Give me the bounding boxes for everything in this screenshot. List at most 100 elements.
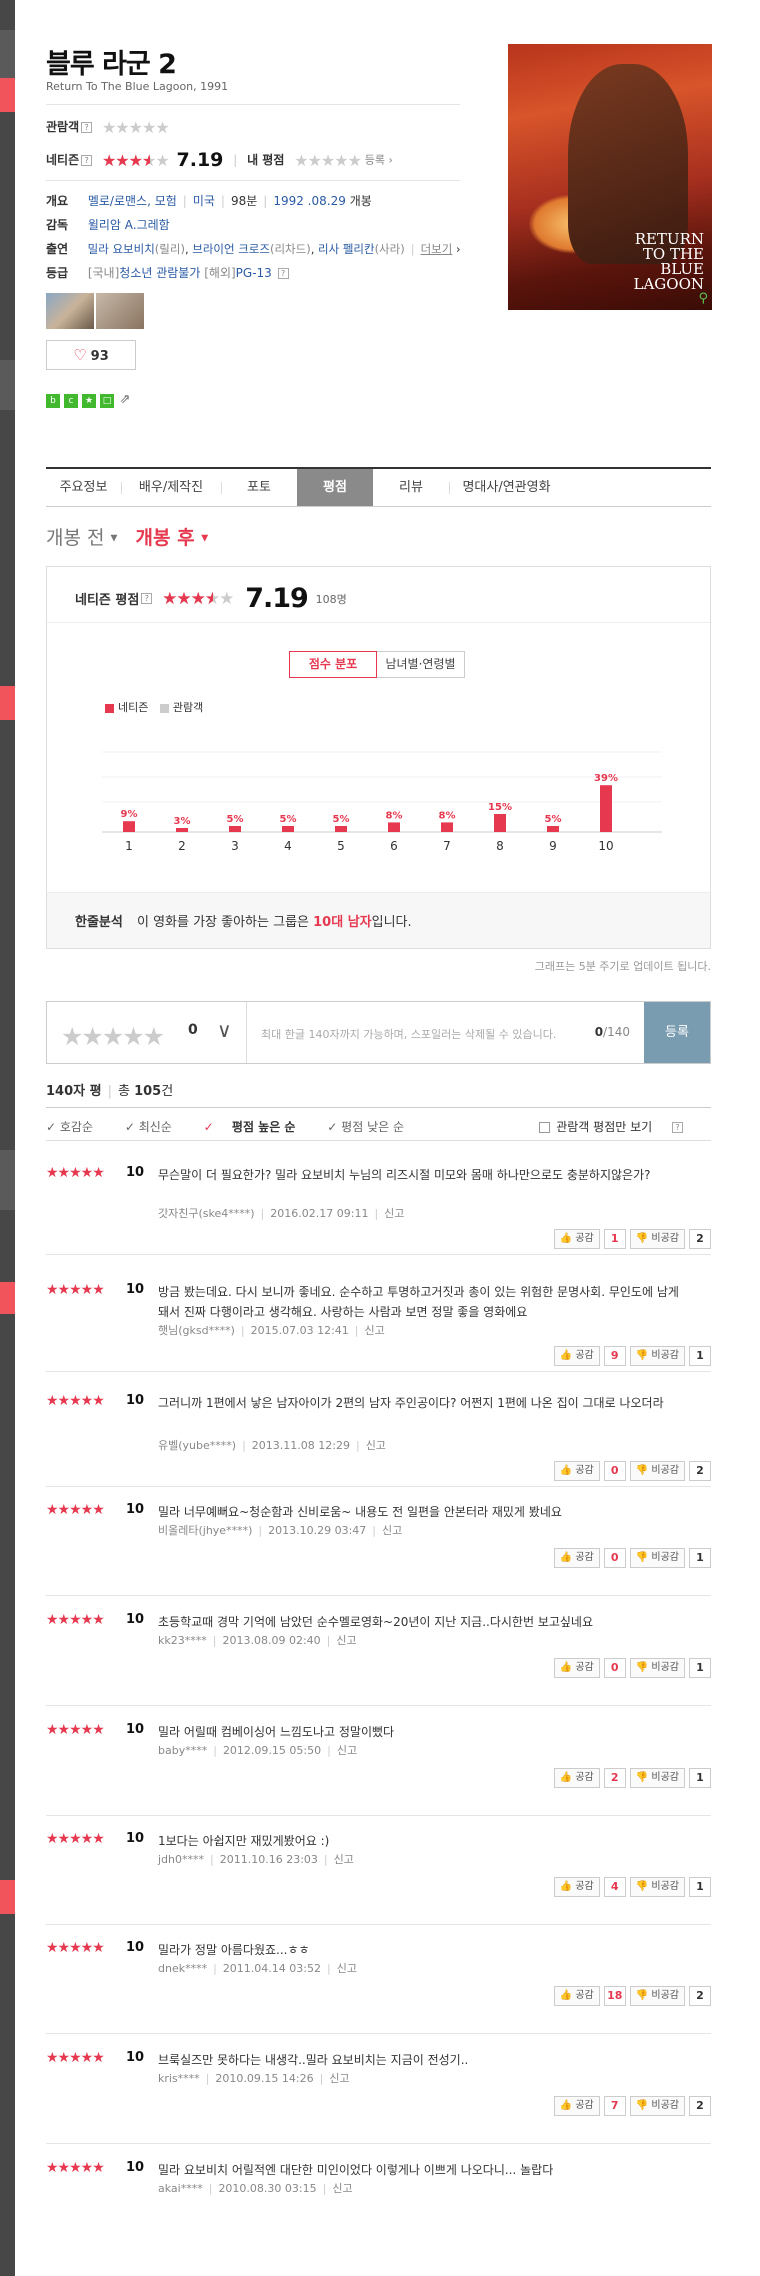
cast-role: (리차드) [269,242,311,256]
review-user[interactable]: 갓자친구(ske4****) [158,1207,255,1220]
review-score: 10 [126,1393,145,1408]
review-textarea[interactable]: 최대 한글 140자까지 가능하며, 스포일러는 삭제될 수 있습니다. 0/14… [247,1002,644,1063]
still-thumbnail[interactable] [96,293,144,329]
help-icon[interactable]: ? [277,268,289,279]
review-user[interactable]: kk23**** [158,1634,207,1647]
dislike-button[interactable]: 👎 비공감 [629,1346,685,1366]
report-link[interactable]: 신고 [365,1324,385,1337]
dislike-button[interactable]: 👎 비공감 [629,2096,685,2116]
like-button[interactable]: 👍 공감 [553,1877,600,1897]
review-user[interactable]: 유벨(yube****) [158,1439,236,1452]
before-release-toggle[interactable]: 개봉 전 ▼ [46,527,117,549]
review-stars: ★★★★★ [46,1940,105,1956]
cast-role: (사라) [374,242,405,256]
grade-domestic-link[interactable]: 청소년 관람불가 [119,266,200,280]
cast-link[interactable]: 밀라 요보비치 [88,242,155,256]
report-link[interactable]: 신고 [332,2182,352,2195]
sort-recent[interactable]: ✓ 최신순 [125,1120,186,1134]
gender-age-button[interactable]: 남녀별·연령별 [377,651,465,678]
like-button[interactable]: 👍 공감 [553,1461,600,1481]
score-distribution-button[interactable]: 점수 분포 [289,651,377,678]
review-score: 10 [126,1612,145,1627]
tab-photo[interactable]: 포토 [221,469,297,506]
like-button[interactable]: 👍 공감 [553,1346,600,1366]
cast-link[interactable]: 리사 펠리칸 [318,242,375,256]
review-user[interactable]: 햇님(gksd****) [158,1324,235,1337]
dislike-button[interactable]: 👎 비공감 [629,1461,685,1481]
dislike-button[interactable]: 👎 비공감 [629,1548,685,1568]
dislike-button[interactable]: 👎 비공감 [629,1877,685,1897]
tab-rating[interactable]: 평점 [297,469,373,506]
report-link[interactable]: 신고 [329,2072,349,2085]
review-user[interactable]: jdh0**** [158,1853,204,1866]
sort-low[interactable]: ✓ 평점 낮은 순 [327,1120,418,1134]
cast-link[interactable]: 브라이언 크로즈 [192,242,270,256]
register-rating-link[interactable]: 등록 › [365,154,393,167]
review-score: 10 [126,2160,145,2175]
review-text: 방금 봤는데요. 다시 보니까 좋네요. 순수하고 투명하고거짓과 총이 있는 … [158,1285,679,1319]
total-suffix: 건 [161,1084,174,1099]
review-user[interactable]: kris**** [158,2072,200,2085]
movie-poster[interactable]: RETURN TO THE BLUE LAGOON ⚲ [508,44,712,310]
director-label: 감독 [46,218,69,232]
like-button[interactable]: ♡ 93 [46,340,136,370]
dislike-button[interactable]: 👎 비공감 [629,1768,685,1788]
genre-link[interactable]: 멜로/로맨스, 모험 [88,194,177,208]
checkbox-icon[interactable] [539,1122,551,1133]
report-link[interactable]: 신고 [384,1207,404,1220]
after-release-toggle[interactable]: 개봉 후 ▼ [136,527,209,549]
blog-share-icon[interactable]: b [46,394,60,408]
submit-button[interactable]: 등록 [644,1002,710,1063]
report-link[interactable]: 신고 [336,1634,356,1647]
sort-likes[interactable]: ✓ 호감순 [46,1120,107,1134]
my-rating-stars[interactable]: ★★★★★ [294,151,362,170]
zoom-icon[interactable]: ⚲ [698,291,708,306]
like-button[interactable]: 👍 공감 [553,1229,600,1249]
thumbs-up-icon: 👍 [559,1662,573,1673]
tab-lines-related[interactable]: 명대사/연관영화 [449,469,564,506]
help-icon[interactable]: ? [81,154,93,166]
grade-foreign-link[interactable]: PG-13 [236,266,272,280]
director-link[interactable]: 윌리암 A.그레함 [88,218,170,232]
like-button[interactable]: 👍 공감 [553,1768,600,1788]
bookmark-share-icon[interactable]: ★ [82,394,96,408]
chart-tick-label: 7 [443,839,451,853]
band-share-icon[interactable]: □ [100,394,114,408]
help-icon[interactable]: ? [141,593,153,604]
report-link[interactable]: 신고 [337,1744,357,1757]
report-link[interactable]: 신고 [382,1524,402,1537]
like-button[interactable]: 👍 공감 [553,1548,600,1568]
review-item: ★★★★★ 10 밀라가 정말 아름다웠죠...ㅎㅎ dnek**** | 2011.04… [46,1924,711,2034]
chart-value-label: 5% [227,814,244,825]
review-user[interactable]: dnek**** [158,1962,207,1975]
dislike-button[interactable]: 👎 비공감 [629,1229,685,1249]
dislike-button[interactable]: 👎 비공감 [629,1658,685,1678]
external-share-icon[interactable]: ⇗ [118,393,132,407]
like-button[interactable]: 👍 공감 [553,2096,600,2116]
release-date-link[interactable]: 1992 .08.29 [273,194,346,208]
tab-main-info[interactable]: 주요정보 [46,469,121,506]
chevron-down-icon[interactable]: ∨ [217,1018,232,1042]
like-button[interactable]: 👍 공감 [553,1658,600,1678]
cafe-share-icon[interactable]: c [64,394,78,408]
more-cast-link[interactable]: 더보기 [421,242,453,256]
rating-input-stars[interactable]: ★★★★★ 0 ∨ [47,1002,247,1063]
review-user[interactable]: akai**** [158,2182,203,2195]
report-link[interactable]: 신고 [337,1962,357,1975]
tab-review[interactable]: 리뷰 [373,469,449,506]
tab-cast-crew[interactable]: 배우/제작진 [121,469,221,506]
report-link[interactable]: 신고 [334,1853,354,1866]
review-user[interactable]: baby**** [158,1744,207,1757]
review-user[interactable]: 비올레타(jhye****) [158,1524,252,1537]
report-link[interactable]: 신고 [366,1439,386,1452]
thumbs-down-icon: 👎 [635,1662,649,1673]
dislike-button[interactable]: 👎 비공감 [629,1986,685,2006]
audience-rating-row: 관람객? ★★★★★ [46,118,170,137]
legend-netizen: 네티즌 [118,701,149,714]
audience-only-checkbox[interactable]: 관람객 평점만 보기 ? [539,1118,697,1135]
country-link[interactable]: 미국 [193,194,215,208]
help-icon[interactable]: ? [81,122,93,133]
still-thumbnail[interactable] [46,293,94,329]
like-button[interactable]: 👍 공감 [553,1986,600,2006]
sort-high[interactable]: ✓ 평점 높은 순 [204,1120,310,1134]
